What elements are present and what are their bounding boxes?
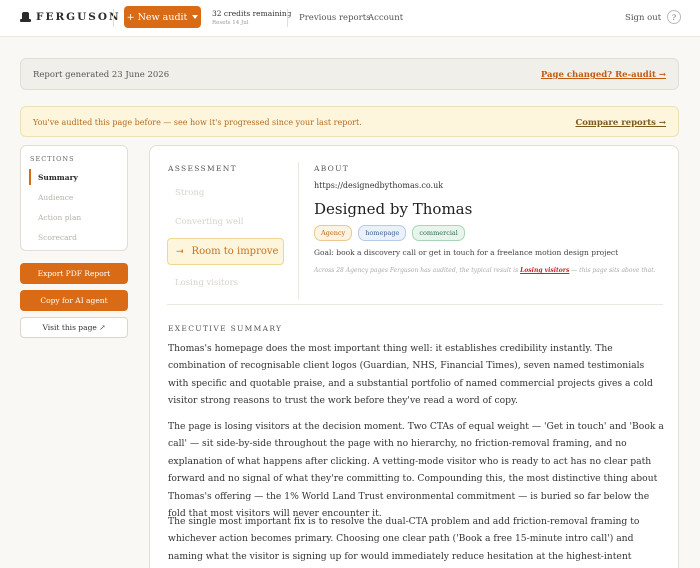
note-prefix: Across 28 Agency pages Ferguson has audi… [314,267,519,274]
audited-message: You've audited this page before — see ho… [33,118,362,127]
page-goal: Goal: book a discovery call or get in to… [314,248,619,257]
nav-account[interactable]: Account [368,13,403,23]
chevron-down-icon [192,15,199,19]
tag-list: Agency homepage commercial [314,225,465,241]
report-card: ASSESSMENT Strong Converting well ⇥ Room… [149,145,679,568]
report-banner: Report generated 23 June 2026 Page chang… [20,58,679,90]
credits-info: 32 credits remaining Resets 14 Jul [212,9,291,26]
arrow-right-icon: ⇥ [176,246,184,257]
top-bar: FERGUSON + New audit 32 credits remainin… [0,0,700,37]
page-title: Designed by Thomas [314,200,473,218]
visit-page-button[interactable]: Visit this page ↗ [20,317,128,338]
section-item-audience[interactable]: Audience [29,189,121,205]
executive-summary-label: EXECUTIVE SUMMARY [168,324,283,333]
divider [298,162,299,299]
sections-nav: SECTIONS Summary Audience Action plan Sc… [20,145,128,251]
assessment-option-strong: Strong [175,188,205,198]
report-generated: Report generated 23 June 2026 [33,70,170,80]
assessment-selected: ⇥ Room to improve [167,238,284,265]
copy-ai-agent-button[interactable]: Copy for AI agent [20,290,128,311]
reaudit-link[interactable]: Page changed? Re-audit → [541,70,666,80]
divider [167,304,663,305]
summary-paragraph: The page is losing visitors at the decis… [168,421,664,520]
section-item-action-plan[interactable]: Action plan [29,209,121,225]
sign-out-link[interactable]: Sign out [625,13,661,23]
brand-name: FERGUSON [36,11,121,23]
sections-title: SECTIONS [30,155,75,163]
summary-paragraph: The single most important fix is to reso… [168,516,640,562]
assessment-option-converting-well: Converting well [175,217,244,227]
audited-before-banner: You've audited this page before — see ho… [20,106,679,137]
section-item-summary[interactable]: Summary [29,169,121,185]
credits-reset: Resets 14 Jul [212,20,249,26]
summary-paragraph: Thomas's homepage does the most importan… [168,343,653,407]
section-item-scorecard[interactable]: Scorecard [29,229,121,245]
tag-homepage: homepage [358,225,407,241]
help-icon[interactable]: ? [667,10,681,24]
assessment-label: ASSESSMENT [168,164,237,173]
page-url: https://designedbythomas.co.uk [314,181,444,190]
assessment-selected-label: Room to improve [191,246,279,257]
export-pdf-button[interactable]: Export PDF Report [20,263,128,284]
tag-commercial: commercial [412,225,465,241]
note-highlight: Losing visitors [520,267,570,274]
tag-agency: Agency [314,225,353,241]
new-audit-button[interactable]: + New audit [124,6,201,28]
top-hat-icon [20,11,31,23]
about-label: ABOUT [314,164,350,173]
benchmark-note: Across 28 Agency pages Ferguson has audi… [314,267,656,274]
divider [287,9,288,27]
credits-remaining: 32 credits remaining [212,9,292,18]
nav-previous-reports[interactable]: Previous reports [299,13,370,23]
divider [113,9,114,27]
note-suffix: — this page sits above that. [571,267,656,274]
brand-logo[interactable]: FERGUSON [20,11,121,23]
new-audit-label: + New audit [126,11,188,23]
compare-reports-link[interactable]: Compare reports → [576,118,667,128]
assessment-option-losing-visitors: Losing visitors [175,278,239,288]
